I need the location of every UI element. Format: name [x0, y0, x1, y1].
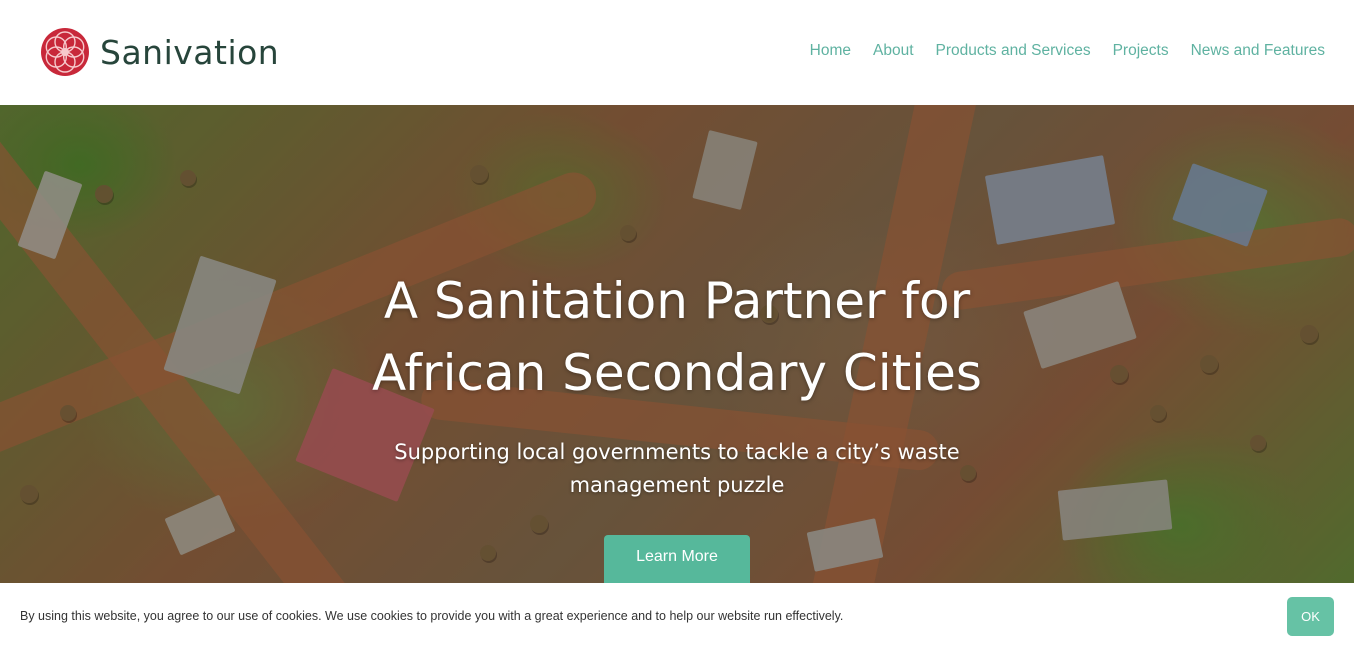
nav-news-and-features[interactable]: News and Features [1191, 42, 1325, 59]
hero-title: A Sanitation Partner for African Seconda… [0, 265, 1354, 409]
flower-logo-icon [41, 28, 89, 76]
cookie-ok-button[interactable]: OK [1287, 597, 1334, 636]
nav-about[interactable]: About [873, 42, 914, 59]
cookie-consent-bar: By using this website, you agree to our … [0, 583, 1354, 651]
learn-more-button[interactable]: Learn More [604, 535, 750, 585]
hero-section: A Sanitation Partner for African Seconda… [0, 105, 1354, 585]
nav-projects[interactable]: Projects [1113, 42, 1169, 59]
nav-products-and-services[interactable]: Products and Services [936, 42, 1091, 59]
hero-subtitle-line-2: management puzzle [569, 473, 785, 497]
page-scrollbar[interactable] [1354, 105, 1366, 651]
site-header: Sanivation Home About Products and Servi… [0, 0, 1366, 105]
nav-home[interactable]: Home [810, 42, 851, 59]
logo-link[interactable]: Sanivation [40, 26, 279, 78]
hero-title-line-2: African Secondary Cities [372, 344, 982, 402]
hero-title-line-1: A Sanitation Partner for [383, 272, 971, 330]
brand-name: Sanivation [100, 32, 280, 72]
hero-subtitle: Supporting local governments to tackle a… [0, 436, 1354, 502]
cookie-message: By using this website, you agree to our … [20, 609, 844, 623]
hero-subtitle-line-1: Supporting local governments to tackle a… [394, 440, 960, 464]
